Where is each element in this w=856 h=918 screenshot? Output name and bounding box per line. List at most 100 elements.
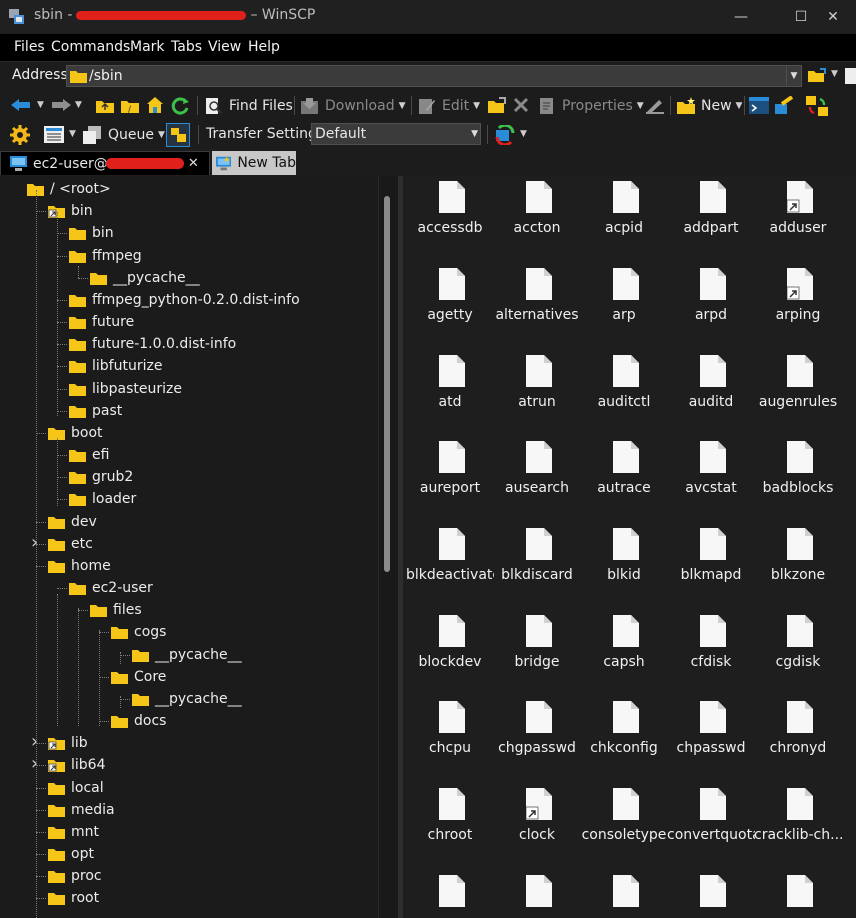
file-item[interactable]: badblocks	[754, 437, 842, 523]
tree-item[interactable]: files	[90, 600, 142, 620]
file-item[interactable]: acpid	[580, 177, 668, 263]
tree-item[interactable]: libpasteurize	[69, 379, 182, 399]
menu-mark[interactable]: Mark	[130, 39, 165, 55]
keep-up-to-date-dropdown-icon[interactable]: ▼	[520, 129, 527, 139]
file-item[interactable]	[754, 871, 842, 918]
file-item[interactable]: accton	[493, 177, 581, 263]
file-item[interactable]: chgpasswd	[493, 697, 581, 783]
properties-dropdown-icon[interactable]: ▼	[637, 101, 644, 111]
file-item[interactable]: addpart	[667, 177, 755, 263]
new-button[interactable]: New ▼	[677, 95, 742, 117]
tree-item[interactable]: media	[48, 800, 115, 820]
file-item[interactable]: convertquota	[667, 784, 755, 870]
menu-commands[interactable]: Commands	[51, 39, 130, 55]
expand-chevron-icon[interactable]: ›	[31, 755, 38, 773]
file-item[interactable]: arpd	[667, 264, 755, 350]
menu-tabs[interactable]: Tabs	[171, 39, 202, 55]
file-item[interactable]: arping	[754, 264, 842, 350]
file-item[interactable]: capsh	[580, 611, 668, 697]
tree-item[interactable]: Core	[111, 667, 166, 687]
tree-item[interactable]: opt	[48, 844, 94, 864]
file-item[interactable]: blkid	[580, 524, 668, 610]
rename-icon[interactable]	[645, 97, 665, 114]
file-item[interactable]: consoletype	[580, 784, 668, 870]
file-item[interactable]: auditd	[667, 351, 755, 437]
file-item[interactable]: cracklib-ch...	[754, 784, 842, 870]
queue-button[interactable]: Queue ▼	[83, 124, 165, 146]
console-icon[interactable]	[749, 97, 769, 114]
tree-item[interactable]: cogs	[111, 622, 166, 642]
back-dropdown-icon[interactable]: ▼	[37, 100, 44, 110]
menu-files[interactable]: Files	[14, 39, 45, 55]
transfer-settings-select[interactable]: Default ▼	[311, 123, 481, 145]
tree-scrollbar-thumb[interactable]	[384, 196, 390, 572]
open-icon[interactable]	[488, 97, 506, 114]
tree-item[interactable]: ffmpeg	[69, 246, 142, 266]
find-files-button[interactable]: Find Files	[205, 95, 293, 117]
root-directory-icon[interactable]: /	[121, 97, 139, 114]
tree-item[interactable]: future-1.0.0.dist-info	[69, 334, 236, 354]
tree-item[interactable]: home	[48, 556, 111, 576]
tree-item[interactable]: ec2-user	[69, 578, 153, 598]
download-dropdown-icon[interactable]: ▼	[399, 101, 406, 111]
preferences-gear-icon[interactable]	[10, 125, 30, 145]
file-item[interactable]: blkdiscard	[493, 524, 581, 610]
file-item[interactable]	[667, 871, 755, 918]
file-item[interactable]: chronyd	[754, 697, 842, 783]
transfer-settings-dropdown-icon[interactable]: ▼	[471, 129, 478, 139]
back-arrow-icon[interactable]	[10, 98, 32, 112]
forward-dropdown-icon[interactable]: ▼	[75, 100, 82, 110]
close-button[interactable]: ✕	[810, 0, 856, 33]
keep-up-to-date-icon[interactable]	[494, 125, 516, 145]
tree-item[interactable]: ffmpeg_python-0.2.0.dist-info	[69, 290, 300, 310]
synchronize-icon[interactable]	[806, 96, 828, 116]
tree-item[interactable]: __pycache__	[132, 689, 242, 709]
tree-item[interactable]: / <root>	[27, 179, 111, 199]
file-item[interactable]: blkdeactivate	[406, 524, 494, 610]
tree-item[interactable]: lib64	[48, 755, 105, 775]
tab-new[interactable]: New Tab	[212, 151, 296, 175]
address-dropdown-button[interactable]: ▼	[786, 66, 801, 86]
file-item[interactable]: ausearch	[493, 437, 581, 523]
file-item[interactable]	[580, 871, 668, 918]
open-folder-icon[interactable]	[808, 68, 828, 84]
file-item[interactable]	[493, 871, 581, 918]
file-item[interactable]: chroot	[406, 784, 494, 870]
home-icon[interactable]	[146, 96, 164, 114]
file-item[interactable]: aureport	[406, 437, 494, 523]
file-item[interactable]: atd	[406, 351, 494, 437]
tree-item[interactable]: __pycache__	[90, 268, 200, 288]
tree-item[interactable]: lib	[48, 733, 88, 753]
tree-item[interactable]: bin	[69, 223, 114, 243]
tree-item[interactable]: loader	[69, 489, 136, 509]
tree-item[interactable]: __pycache__	[132, 645, 242, 665]
file-item[interactable]	[406, 871, 494, 918]
menu-view[interactable]: View	[208, 39, 241, 55]
tree-item[interactable]: efi	[69, 445, 109, 465]
file-item[interactable]: chkconfig	[580, 697, 668, 783]
file-item[interactable]: cfdisk	[667, 611, 755, 697]
menu-help[interactable]: Help	[248, 39, 280, 55]
tree-item[interactable]: libfuturize	[69, 356, 162, 376]
edit-button[interactable]: Edit ▼	[418, 95, 480, 117]
file-item[interactable]: autrace	[580, 437, 668, 523]
file-item[interactable]: cgdisk	[754, 611, 842, 697]
forward-arrow-icon[interactable]	[50, 98, 72, 112]
tree-item[interactable]: etc	[48, 534, 93, 554]
file-item[interactable]: avcstat	[667, 437, 755, 523]
putty-icon[interactable]	[774, 96, 794, 115]
view-mode-icon[interactable]	[44, 126, 64, 143]
tree-item[interactable]: bin	[48, 201, 93, 221]
file-item[interactable]: accessdb	[406, 177, 494, 263]
file-item[interactable]: auditctl	[580, 351, 668, 437]
parent-directory-icon[interactable]	[96, 97, 114, 114]
panel-icon[interactable]	[845, 68, 856, 84]
open-folder-dropdown-icon[interactable]: ▼	[831, 69, 838, 79]
download-button[interactable]: Download ▼	[300, 95, 406, 117]
expand-chevron-icon[interactable]: ›	[31, 733, 38, 751]
file-item[interactable]: chcpu	[406, 697, 494, 783]
queue-toggle-button[interactable]	[166, 123, 190, 147]
file-item[interactable]: arp	[580, 264, 668, 350]
file-item[interactable]: adduser	[754, 177, 842, 263]
tree-scrollbar[interactable]	[378, 176, 399, 918]
